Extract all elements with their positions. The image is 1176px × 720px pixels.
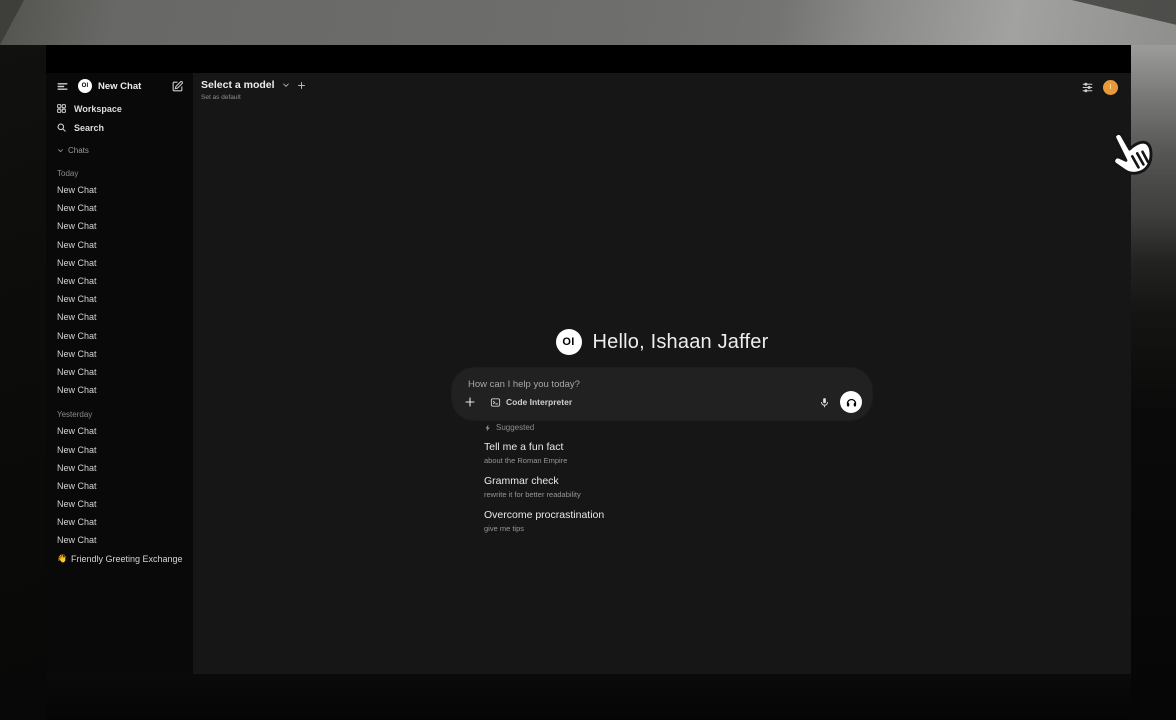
sidebar: OI New Chat Workspace Search — [46, 73, 193, 674]
sidebar-header: OI New Chat — [46, 73, 193, 99]
chevron-down-icon — [282, 81, 290, 89]
suggestion-item[interactable]: Tell me a fun fact about the Roman Empir… — [484, 441, 604, 465]
app-window: OI New Chat Workspace Search — [46, 45, 1131, 674]
attach-plus-icon[interactable] — [464, 396, 476, 408]
section-label: Today — [46, 165, 193, 181]
new-chat-icon[interactable] — [171, 80, 184, 93]
model-selector-button[interactable]: Select a model — [201, 79, 306, 91]
chat-item[interactable]: New Chat — [46, 254, 193, 272]
suggestion-item[interactable]: Grammar check rewrite it for better read… — [484, 475, 604, 499]
window-top-strip — [46, 45, 1131, 73]
suggested-header: Suggested — [484, 423, 604, 432]
suggestion-subtitle: about the Roman Empire — [484, 456, 604, 465]
suggestions-section: Suggested Tell me a fun fact about the R… — [484, 423, 604, 543]
user-avatar[interactable]: I — [1103, 80, 1118, 95]
terminal-icon — [490, 397, 501, 408]
desktop-wallpaper-bottom — [46, 674, 1131, 720]
headphones-icon — [845, 396, 858, 409]
chats-section-toggle[interactable]: Chats — [46, 142, 193, 158]
voice-call-button[interactable] — [840, 391, 862, 413]
chat-item[interactable]: New Chat — [46, 290, 193, 308]
desktop-wallpaper-left — [0, 45, 46, 720]
model-selector: Select a model Set as default — [201, 79, 306, 101]
suggestion-item[interactable]: Overcome procrastination give me tips — [484, 509, 604, 533]
chats-label: Chats — [68, 146, 89, 155]
desktop-wallpaper-right — [1131, 45, 1176, 720]
suggestion-title: Grammar check — [484, 475, 604, 487]
chat-item[interactable]: New Chat — [46, 422, 193, 440]
workspace-label: Workspace — [74, 104, 122, 114]
sidebar-title: New Chat — [98, 81, 171, 92]
main-panel: Select a model Set as default I OI — [193, 73, 1131, 674]
header-actions: I — [1081, 80, 1118, 95]
chat-item[interactable]: New Chat — [46, 459, 193, 477]
app-logo: OI — [556, 329, 582, 355]
suggested-label: Suggested — [496, 423, 534, 432]
screen: OI New Chat Workspace Search — [0, 0, 1176, 720]
named-chat-title: Friendly Greeting Exchange — [71, 554, 183, 564]
chat-item[interactable]: New Chat — [46, 495, 193, 513]
chat-item[interactable]: New Chat — [46, 199, 193, 217]
chat-item[interactable]: New Chat — [46, 381, 193, 399]
set-default-link[interactable]: Set as default — [201, 94, 306, 101]
wave-emoji: 👋 — [57, 554, 67, 563]
microphone-icon[interactable] — [819, 397, 830, 408]
chat-item[interactable]: New Chat — [46, 531, 193, 549]
search-label: Search — [74, 123, 104, 133]
workspace-grid-icon — [56, 103, 67, 114]
suggestion-title: Overcome procrastination — [484, 509, 604, 521]
desktop-wallpaper-top — [0, 0, 1176, 45]
code-interpreter-toggle[interactable]: Code Interpreter — [490, 397, 572, 408]
chat-item[interactable]: New Chat — [46, 217, 193, 235]
chat-list: New Chat New Chat New Chat New Chat New … — [46, 422, 193, 549]
sidebar-item-search[interactable]: Search — [46, 118, 193, 137]
suggestion-subtitle: rewrite it for better readability — [484, 490, 604, 499]
greeting-row: OI Hello, Ishaan Jaffer — [193, 329, 1131, 355]
suggestions-list: Tell me a fun fact about the Roman Empir… — [484, 441, 604, 533]
chat-item-named[interactable]: 👋 Friendly Greeting Exchange — [46, 550, 193, 568]
sidebar-toggle-icon[interactable] — [56, 80, 69, 93]
chat-input-card: How can I help you today? Code Interpret… — [452, 368, 872, 420]
chat-section: Today New Chat New Chat New Chat New Cha… — [46, 165, 193, 399]
sidebar-item-workspace[interactable]: Workspace — [46, 99, 193, 118]
app-logo: OI — [78, 79, 92, 93]
bolt-icon — [484, 424, 492, 432]
input-toolbar: Code Interpreter — [464, 391, 862, 413]
chat-item[interactable]: New Chat — [46, 440, 193, 458]
chat-item[interactable]: New Chat — [46, 363, 193, 381]
greeting-text: Hello, Ishaan Jaffer — [593, 331, 769, 354]
chat-item[interactable]: New Chat — [46, 345, 193, 363]
chat-item[interactable]: New Chat — [46, 477, 193, 495]
chat-list: New Chat New Chat New Chat New Chat New … — [46, 181, 193, 399]
model-selector-label: Select a model — [201, 79, 275, 91]
chevron-down-icon — [57, 147, 64, 154]
add-model-icon[interactable] — [297, 81, 306, 90]
chat-item[interactable]: New Chat — [46, 327, 193, 345]
suggestion-title: Tell me a fun fact — [484, 441, 604, 453]
chat-item[interactable]: New Chat — [46, 513, 193, 531]
suggestion-subtitle: give me tips — [484, 524, 604, 533]
chat-sections: Today New Chat New Chat New Chat New Cha… — [46, 165, 193, 550]
chat-item[interactable]: New Chat — [46, 272, 193, 290]
chat-item[interactable]: New Chat — [46, 181, 193, 199]
chat-item[interactable]: New Chat — [46, 308, 193, 326]
chat-section: Yesterday New Chat New Chat New Chat New… — [46, 406, 193, 549]
search-icon — [56, 122, 67, 133]
section-label: Yesterday — [46, 406, 193, 422]
code-interpreter-label: Code Interpreter — [506, 397, 572, 407]
chat-item[interactable]: New Chat — [46, 236, 193, 254]
chat-input[interactable]: How can I help you today? — [468, 379, 848, 390]
controls-sliders-icon[interactable] — [1081, 81, 1094, 94]
